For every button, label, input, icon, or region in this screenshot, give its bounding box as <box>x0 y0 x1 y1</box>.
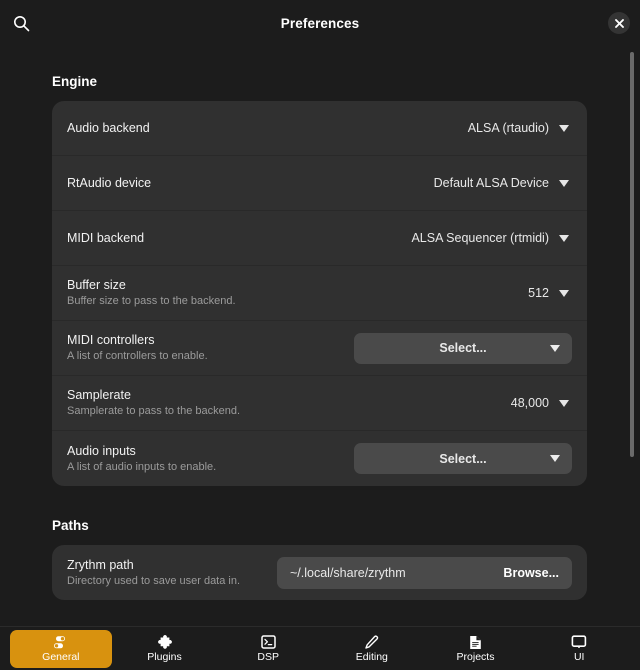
setting-title: Zrythm path <box>67 557 134 572</box>
scrollbar-thumb[interactable] <box>630 52 634 457</box>
monitor-icon <box>571 635 587 650</box>
zrythm-path-value: ~/.local/share/zrythm <box>290 565 406 580</box>
chevron-down-icon <box>559 289 569 297</box>
engine-settings-card: Audio backend ALSA (rtaudio) RtAudio dev… <box>52 101 587 486</box>
toggles-icon <box>52 635 69 650</box>
select-button-label: Select... <box>439 341 487 355</box>
setting-label-group: MIDI controllers A list of controllers t… <box>67 332 208 364</box>
bottom-navigation-bar: General Plugins DSP Editing Projects UI <box>0 626 640 670</box>
setting-title: Samplerate <box>67 388 131 402</box>
pencil-icon <box>364 634 379 650</box>
setting-title: Buffer size <box>67 278 126 292</box>
setting-title: Audio backend <box>67 121 150 135</box>
tab-label: UI <box>573 650 585 663</box>
tab-label: DSP <box>257 650 279 663</box>
document-icon <box>469 635 482 650</box>
audio-inputs-select-button[interactable]: Select... <box>354 443 572 474</box>
section-title-engine: Engine <box>52 74 98 89</box>
tab-dsp[interactable]: DSP <box>217 630 319 668</box>
setting-subtitle: Buffer size to pass to the backend. <box>67 295 236 307</box>
setting-row-buffer-size[interactable]: Buffer size Buffer size to pass to the b… <box>52 266 587 321</box>
dropdown-value: ALSA Sequencer (rtmidi) <box>411 231 549 245</box>
puzzle-piece-icon <box>157 634 173 650</box>
preferences-scroll-area[interactable]: Engine Audio backend ALSA (rtaudio) RtAu… <box>0 46 640 626</box>
dropdown-value: ALSA (rtaudio) <box>467 121 549 135</box>
setting-subtitle: A list of audio inputs to enable. <box>67 460 217 473</box>
chevron-down-icon <box>550 344 560 352</box>
zrythm-path-field[interactable]: ~/.local/share/zrythm Browse... <box>277 556 572 589</box>
setting-row-audio-inputs[interactable]: Audio inputs A list of audio inputs to e… <box>52 431 587 486</box>
setting-label-group: MIDI backend <box>67 230 144 246</box>
dropdown-value: 512 <box>528 286 549 300</box>
samplerate-dropdown[interactable]: 48,000 <box>511 396 572 410</box>
tab-label: Editing <box>355 650 388 663</box>
tab-editing[interactable]: Editing <box>321 630 423 668</box>
chevron-down-icon <box>559 399 569 407</box>
setting-row-audio-backend[interactable]: Audio backend ALSA (rtaudio) <box>52 101 587 156</box>
setting-label-group: Zrythm path Directory used to save user … <box>67 557 240 589</box>
chevron-down-icon <box>550 455 560 462</box>
chevron-down-icon <box>559 179 569 187</box>
vertical-scrollbar[interactable] <box>630 46 634 626</box>
setting-label-group: Buffer size Buffer size to pass to the b… <box>67 277 236 309</box>
setting-row-midi-backend[interactable]: MIDI backend ALSA Sequencer (rtmidi) <box>52 211 587 266</box>
tab-general[interactable]: General <box>10 629 112 668</box>
setting-row-rtaudio-device[interactable]: RtAudio device Default ALSA Device <box>52 156 587 211</box>
chevron-down-icon <box>559 234 569 242</box>
setting-subtitle: A list of controllers to enable. <box>67 350 208 362</box>
setting-title: MIDI controllers <box>67 333 155 347</box>
browse-button[interactable]: Browse... <box>503 566 559 580</box>
select-button-label: Select... <box>439 451 487 466</box>
paths-settings-card: Zrythm path Directory used to save user … <box>52 545 587 600</box>
buffer-size-dropdown[interactable]: 512 <box>528 286 572 300</box>
setting-subtitle: Directory used to save user data in. <box>67 574 241 587</box>
tab-plugins[interactable]: Plugins <box>114 630 216 668</box>
midi-backend-dropdown[interactable]: ALSA Sequencer (rtmidi) <box>411 231 572 245</box>
window-header: Preferences <box>0 0 640 46</box>
setting-subtitle: Samplerate to pass to the backend. <box>67 405 241 417</box>
midi-controllers-select-button[interactable]: Select... <box>354 332 572 364</box>
dropdown-value: 48,000 <box>510 396 549 410</box>
setting-label-group: Samplerate Samplerate to pass to the bac… <box>67 387 240 419</box>
setting-row-samplerate[interactable]: Samplerate Samplerate to pass to the bac… <box>52 376 587 431</box>
setting-row-midi-controllers[interactable]: MIDI controllers A list of controllers t… <box>52 321 587 376</box>
tab-label: Plugins <box>147 650 182 663</box>
setting-title: Audio inputs <box>67 443 136 458</box>
preferences-window: Preferences Engine Audio backend ALSA (r… <box>0 0 640 670</box>
rtaudio-device-dropdown[interactable]: Default ALSA Device <box>434 176 572 190</box>
setting-label-group: Audio inputs A list of audio inputs to e… <box>67 443 216 475</box>
setting-label-group: Audio backend <box>67 120 150 136</box>
setting-label-group: RtAudio device <box>67 175 151 191</box>
tab-ui[interactable]: UI <box>528 630 630 668</box>
close-button[interactable] <box>608 12 630 34</box>
audio-backend-dropdown[interactable]: ALSA (rtaudio) <box>468 121 572 135</box>
setting-row-zrythm-path[interactable]: Zrythm path Directory used to save user … <box>52 545 587 600</box>
chevron-down-icon <box>559 124 569 132</box>
window-title: Preferences <box>280 15 360 31</box>
terminal-icon <box>260 635 276 650</box>
setting-title: MIDI backend <box>67 231 145 245</box>
setting-title: RtAudio device <box>67 176 152 190</box>
dropdown-value: Default ALSA Device <box>433 176 549 190</box>
tab-label: General <box>42 650 80 663</box>
close-icon <box>614 18 624 28</box>
tab-projects[interactable]: Projects <box>425 630 527 668</box>
tab-label: Projects <box>456 650 495 663</box>
section-title-paths: Paths <box>52 518 89 533</box>
